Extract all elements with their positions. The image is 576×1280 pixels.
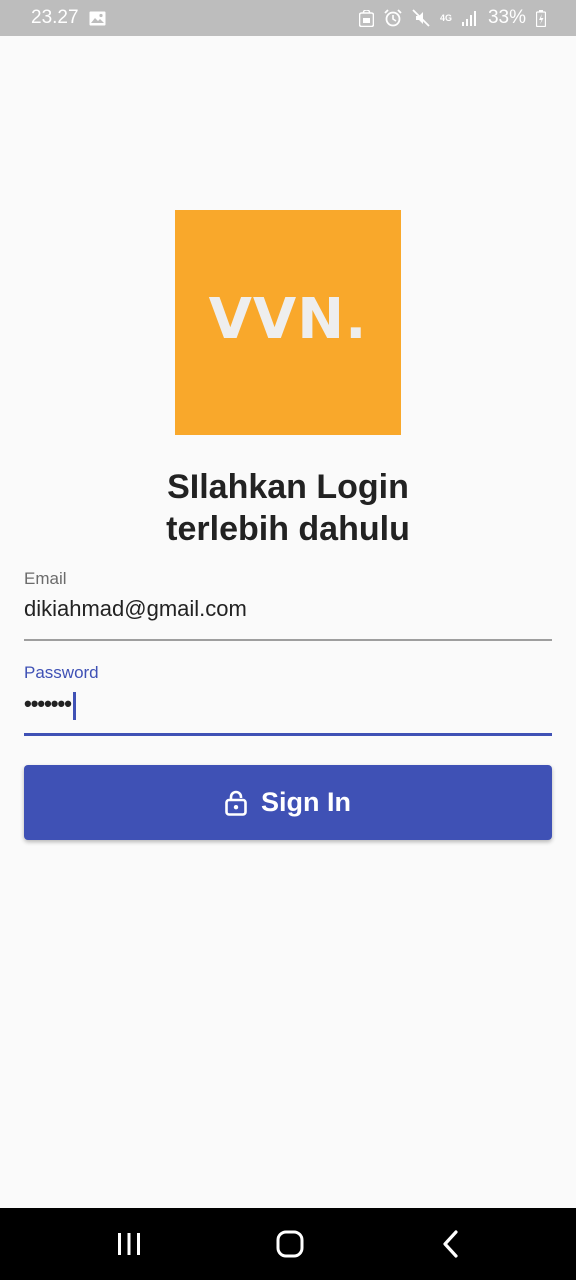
signal-icon xyxy=(461,10,478,26)
lock-open-icon xyxy=(225,790,247,816)
recent-apps-icon xyxy=(116,1232,142,1256)
email-input[interactable]: dikiahmad@gmail.com xyxy=(24,595,552,629)
password-field[interactable]: Password ••••••• xyxy=(24,663,552,737)
password-label: Password xyxy=(24,663,99,682)
text-cursor xyxy=(72,692,76,720)
mute-icon xyxy=(412,9,430,27)
home-button[interactable] xyxy=(260,1226,320,1262)
app-logo: VVN. xyxy=(175,210,401,435)
password-value: ••••••• xyxy=(24,691,72,716)
image-icon xyxy=(89,11,106,26)
status-left: 23.27 xyxy=(31,7,106,29)
sign-in-button[interactable]: Sign In xyxy=(24,765,552,840)
alarm-icon xyxy=(384,9,402,27)
status-right: 4G 33% xyxy=(358,7,546,29)
recent-apps-button[interactable] xyxy=(99,1226,159,1262)
status-bar: 23.27 4G 33% xyxy=(0,0,576,36)
back-icon xyxy=(442,1230,460,1258)
notification-lock-icon xyxy=(358,9,374,27)
email-underline xyxy=(24,639,552,641)
network-4g-icon: 4G xyxy=(439,12,452,23)
password-underline xyxy=(24,733,552,736)
email-label: Email xyxy=(24,569,67,588)
title-line-1: SIlahkan Login xyxy=(167,468,409,506)
clock: 23.27 xyxy=(31,7,79,28)
back-button[interactable] xyxy=(421,1226,481,1262)
navigation-bar xyxy=(0,1208,576,1280)
sign-in-label: Sign In xyxy=(261,787,351,817)
password-input[interactable]: ••••••• xyxy=(24,689,552,723)
battery-percent: 33% xyxy=(487,7,526,28)
logo-text: VVN. xyxy=(208,287,368,352)
battery-charging-icon xyxy=(536,9,546,27)
email-field[interactable]: Email dikiahmad@gmail.com xyxy=(24,569,552,641)
title-line-2: terlebih dahulu xyxy=(166,510,410,548)
home-icon xyxy=(276,1230,304,1258)
page-title: SIlahkan Login terlebih dahulu xyxy=(0,466,576,550)
